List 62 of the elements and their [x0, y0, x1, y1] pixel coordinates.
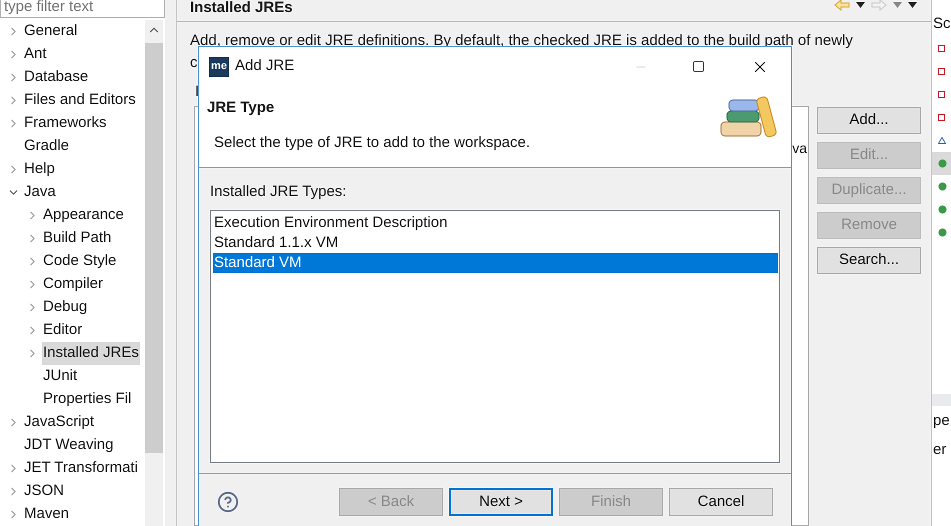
maximize-icon[interactable]	[692, 60, 705, 73]
tree-item[interactable]: JavaScript	[23, 411, 96, 434]
square-icon	[938, 45, 945, 52]
tree-item[interactable]: Help	[23, 158, 56, 181]
list-item[interactable]: Standard 1.1.x VM	[213, 232, 778, 252]
jre-type-list[interactable]: Execution Environment Description Standard 1.1.x VM Standard VM	[210, 210, 780, 462]
wizard-button[interactable]: Next >	[449, 488, 553, 516]
forward-arrow-icon[interactable]	[871, 0, 887, 10]
page-subtitle: Select the type of JRE to add to the workspace.	[213, 132, 530, 152]
panel-row[interactable]	[932, 152, 951, 175]
square-icon	[938, 68, 945, 75]
dropdown-caret-icon[interactable]	[856, 2, 865, 8]
list-item[interactable]: Standard VM	[213, 252, 778, 272]
app-logo: me	[209, 56, 229, 76]
tree-item[interactable]: Appearance	[42, 204, 125, 227]
tree-item[interactable]: Ant	[23, 43, 48, 66]
description-text: c	[190, 53, 198, 73]
wizard-button[interactable]: Cancel	[669, 488, 773, 516]
tree-item[interactable]: JDT Weaving	[23, 434, 114, 457]
help-icon[interactable]	[217, 491, 239, 513]
side-button[interactable]: Add...	[817, 107, 921, 134]
tree-item[interactable]: JET Transformati	[23, 457, 139, 480]
square-icon	[938, 91, 945, 98]
dot-icon	[938, 159, 947, 168]
tree-item[interactable]: JSON	[23, 480, 66, 503]
triangle-icon	[938, 137, 946, 144]
side-button[interactable]: Search...	[817, 247, 921, 274]
panel-text: er	[933, 440, 948, 460]
list-item[interactable]: Execution Environment Description	[213, 212, 778, 232]
tree-item[interactable]: General	[23, 20, 78, 43]
dot-icon	[938, 228, 947, 237]
panel-text: pe	[933, 411, 951, 431]
tree-item[interactable]: Editor	[42, 319, 84, 342]
tree-item[interactable]: Debug	[42, 296, 88, 319]
list-label: Installed JRE Types:	[210, 182, 348, 202]
table-cell-text: va	[792, 139, 807, 158]
square-icon	[938, 114, 945, 121]
tree-item[interactable]: JUnit	[42, 365, 78, 388]
tree-item[interactable]: Frameworks	[23, 112, 108, 135]
tree-item[interactable]: Properties Fil	[42, 388, 132, 411]
scrollbar[interactable]	[145, 20, 163, 526]
scrollbar-thumb[interactable]	[145, 43, 163, 453]
tree-item[interactable]: Database	[23, 66, 90, 89]
tree-item[interactable]: Build Path	[42, 227, 112, 250]
page-title: Installed JREs	[190, 0, 293, 16]
tree-item[interactable]: Files and Editors	[23, 89, 137, 112]
tree-item[interactable]: Java	[23, 181, 57, 204]
tree-item[interactable]: Code Style	[42, 250, 118, 273]
dot-icon	[938, 205, 947, 214]
panel-heading: Sc	[932, 14, 951, 34]
menu-caret-icon[interactable]	[908, 2, 917, 8]
page-heading: JRE Type	[207, 98, 276, 118]
dialog-title: Add JRE	[235, 56, 294, 76]
books-icon	[719, 94, 777, 140]
back-arrow-icon[interactable]	[834, 0, 850, 10]
tree-item[interactable]: Maven	[23, 503, 70, 526]
tree-item[interactable]: Compiler	[42, 273, 104, 296]
tree-item[interactable]: Installed JREs	[42, 342, 140, 365]
filter-field[interactable]: type filter text	[0, 0, 165, 18]
dot-icon	[938, 182, 947, 191]
tree-item[interactable]: Gradle	[23, 135, 70, 158]
table-label: I	[195, 83, 200, 100]
